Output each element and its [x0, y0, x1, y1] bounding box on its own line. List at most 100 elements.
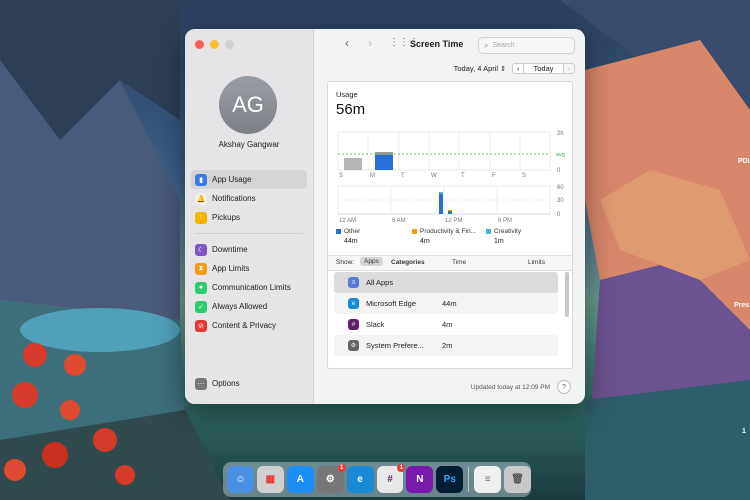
bar-hour-12-other[interactable]: [448, 211, 452, 214]
hourglass-icon: ⧗: [195, 262, 207, 275]
legend-value: 44m: [344, 238, 358, 245]
legend-creativity[interactable]: Creativity 1m: [486, 228, 522, 245]
sidebar-item-label: Downtime: [212, 245, 248, 254]
sidebar-item-app-usage[interactable]: ▮ App Usage: [191, 170, 307, 189]
bar-monday-top[interactable]: [375, 152, 393, 155]
dock-app-photoshop[interactable]: Ps: [436, 466, 464, 493]
slack-icon: #: [387, 474, 393, 485]
list-header: Show: Apps Categories Time Limits: [328, 255, 572, 271]
legend-value: 4m: [420, 238, 430, 245]
bar-chart-icon: ▮: [195, 173, 207, 186]
avatar[interactable]: AG: [219, 76, 277, 134]
sidebar-item-label: Communication Limits: [212, 283, 291, 292]
app-time: 2m: [442, 341, 453, 350]
list-item[interactable]: e Microsoft Edge 44m: [334, 293, 558, 314]
sidebar-item-label: App Limits: [212, 264, 250, 273]
sidebar-item-label: Notifications: [212, 194, 256, 203]
app-list: ≡ All Apps e Microsoft Edge 44m # Slack …: [334, 272, 558, 356]
bar-hour-11-creativity[interactable]: [439, 192, 443, 194]
apps-segment[interactable]: Apps: [360, 257, 383, 266]
day-label: S: [522, 173, 526, 178]
hour-label: 6 AM: [392, 218, 406, 224]
back-button[interactable]: ‹: [345, 36, 349, 50]
close-button[interactable]: [195, 40, 204, 49]
sidebar-item-pickups[interactable]: ↑ Pickups: [191, 208, 307, 227]
trash-icon: 🗑: [511, 474, 524, 485]
legend-other[interactable]: Other 44m: [336, 228, 360, 245]
sidebar-item-app-limits[interactable]: ⧗ App Limits: [191, 259, 307, 278]
bar-hour-12-productivity[interactable]: [448, 210, 452, 211]
gear-icon: ⚙: [348, 340, 359, 351]
y-label-60: 60: [557, 185, 564, 191]
today-button[interactable]: Today: [524, 63, 564, 74]
dock-app-app-store[interactable]: A: [286, 466, 314, 493]
time-column-header[interactable]: Time: [452, 259, 466, 266]
nav-group-options: ⋯ Options: [191, 374, 307, 393]
sidebar-item-downtime[interactable]: ☾ Downtime: [191, 240, 307, 259]
bar-sunday[interactable]: [344, 158, 362, 170]
finder-icon: ☺: [235, 474, 246, 485]
dock-app-edge[interactable]: e: [346, 466, 374, 493]
dock-app-launchpad[interactable]: ▦: [256, 466, 284, 493]
bar-monday-other[interactable]: [375, 155, 393, 170]
slack-icon: #: [348, 319, 359, 330]
usage-label: Usage: [336, 90, 358, 99]
dock-app-slack[interactable]: #1: [376, 464, 406, 493]
legend-productivity[interactable]: Productivity & Fin... 4m: [412, 228, 476, 245]
day-label: F: [492, 173, 496, 178]
dock-app-system-preferences[interactable]: ⚙ 1: [316, 464, 346, 493]
nav-group-usage: ▮ App Usage 🔔 Notifications ↑ Pickups ☾ …: [191, 170, 307, 335]
list-item[interactable]: # Slack 4m: [334, 314, 558, 335]
launchpad-icon: ▦: [265, 474, 276, 485]
minimize-button[interactable]: [210, 40, 219, 49]
zoom-button[interactable]: [225, 40, 234, 49]
desktop-label-2[interactable]: Pres: [734, 302, 749, 309]
search-field[interactable]: ⌕ Search: [478, 37, 575, 54]
notification-badge: 1: [397, 464, 406, 472]
help-button[interactable]: ?: [557, 380, 571, 394]
photoshop-icon: Ps: [443, 474, 456, 485]
list-item[interactable]: ≡ All Apps: [334, 272, 558, 293]
list-scrollbar[interactable]: [565, 272, 569, 317]
list-item[interactable]: ⚙ System Prefere... 2m: [334, 335, 558, 356]
date-stepper-icon[interactable]: ⇕: [500, 65, 506, 73]
dock-app-document[interactable]: ≡: [474, 466, 502, 493]
hourly-usage-chart: 60 30 0 12 AM 6 AM 12 PM 6 PM: [337, 185, 564, 224]
sidebar-item-label: App Usage: [212, 175, 252, 184]
search-icon: ⌕: [484, 40, 489, 50]
day-label: M: [370, 173, 375, 178]
date-label[interactable]: Today, 4 April: [454, 64, 498, 73]
forward-button[interactable]: ›: [368, 36, 372, 50]
sidebar-item-communication-limits[interactable]: ● Communication Limits: [191, 278, 307, 297]
day-label: T: [461, 173, 465, 178]
ellipsis-icon: ⋯: [195, 377, 207, 390]
sidebar-item-content-privacy[interactable]: ⊘ Content & Privacy: [191, 316, 307, 335]
screen-time-window: AG Akshay Gangwar ▮ App Usage 🔔 Notifica…: [185, 29, 585, 404]
moon-icon: ☾: [195, 243, 207, 256]
y-label-2h: 2h: [557, 131, 564, 137]
next-day-button[interactable]: ›: [563, 63, 575, 74]
app-name: System Prefere...: [366, 341, 424, 350]
limits-column-header[interactable]: Limits: [528, 259, 545, 266]
categories-segment[interactable]: Categories: [391, 259, 425, 266]
day-label: T: [401, 173, 405, 178]
app-time: 4m: [442, 320, 453, 329]
hour-label: 12 PM: [445, 218, 462, 224]
bar-hour-11-other[interactable]: [439, 194, 443, 214]
window-title: Screen Time: [410, 39, 464, 49]
sidebar-item-notifications[interactable]: 🔔 Notifications: [191, 189, 307, 208]
sidebar-item-always-allowed[interactable]: ✓ Always Allowed: [191, 297, 307, 316]
dock-app-finder[interactable]: ☺: [227, 466, 254, 493]
desktop-label-3[interactable]: 1: [742, 428, 746, 435]
prev-day-button[interactable]: ‹: [511, 63, 525, 74]
nav-divider: [195, 233, 303, 234]
options-button[interactable]: ⋯ Options: [191, 374, 307, 393]
legend-label: Creativity: [494, 228, 522, 235]
app-name: All Apps: [366, 278, 394, 287]
legend-value: 1m: [494, 238, 504, 245]
desktop-label-1[interactable]: PDI: [738, 158, 750, 165]
no-entry-icon: ⊘: [195, 319, 207, 332]
dock-app-trash[interactable]: 🗑: [504, 466, 532, 493]
person-icon: ●: [195, 281, 207, 294]
dock-app-onenote[interactable]: N: [406, 466, 434, 493]
